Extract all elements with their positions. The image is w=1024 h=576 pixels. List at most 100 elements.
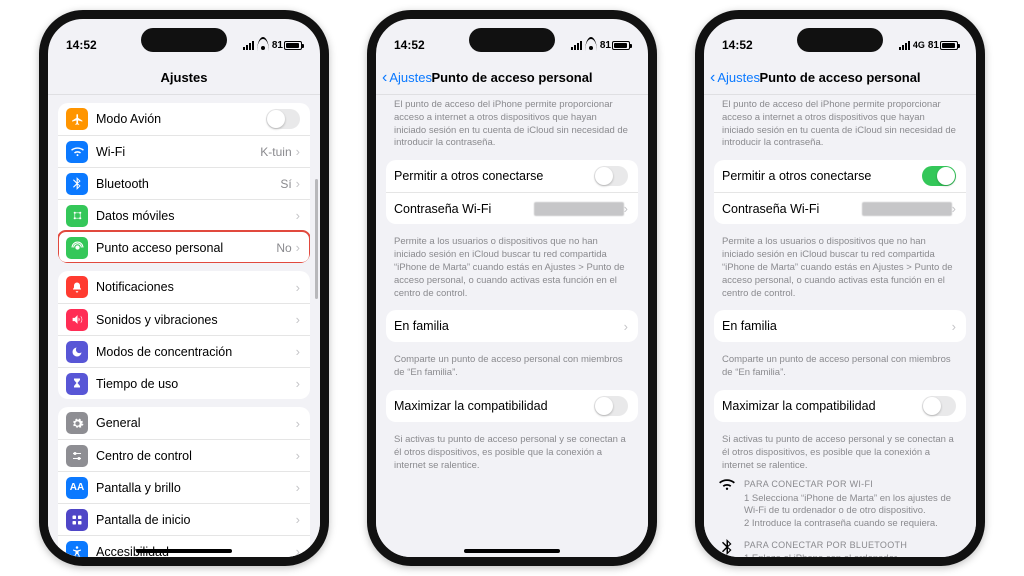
chevron-right-icon: › [296,512,300,527]
row-label: Wi-Fi [96,145,260,159]
page-title: Ajustes [161,70,208,85]
bell-icon [66,276,88,298]
toggle[interactable] [266,109,300,129]
settings-row-home[interactable]: Pantalla de inicio› [58,503,310,535]
scrollbar[interactable] [315,179,318,439]
chevron-right-icon: › [296,176,300,191]
password-masked [534,202,624,216]
chevron-right-icon: › [296,416,300,431]
family-note: Comparte un punto de acceso personal con… [704,350,976,382]
intro-text: El punto de acceso del iPhone permite pr… [704,95,976,152]
clock: 14:52 [722,38,753,52]
settings-row-moon[interactable]: Modos de concentración› [58,335,310,367]
row-label: Datos móviles [96,209,296,223]
settings-row-sound[interactable]: Sonidos y vibraciones› [58,303,310,335]
network-label: 4G [913,40,925,50]
battery-icon: 81 [928,40,958,51]
family-row[interactable]: En familia › [386,310,638,342]
battery-icon: 81 [600,40,630,51]
row-label: Punto acceso personal [96,241,276,255]
page-title: Punto de acceso personal [431,70,592,85]
signal-icon [571,41,582,50]
sound-icon [66,309,88,331]
maximize-note: Si activas tu punto de acceso personal y… [704,430,976,474]
home-indicator[interactable] [464,549,560,553]
cc-icon [66,445,88,467]
maximize-note: Si activas tu punto de acceso personal y… [376,430,648,474]
cell-icon [66,205,88,227]
row-label: Pantalla de inicio [96,513,296,527]
home-indicator[interactable] [136,549,232,553]
phone-hotspot-on: 14:52 4G 81 ‹ Ajustes Punto de acceso pe… [695,10,985,566]
header: Ajustes [48,61,320,95]
back-button[interactable]: ‹ Ajustes [710,70,760,86]
chevron-right-icon: › [296,544,300,557]
settings-row-aa[interactable]: AAPantalla y brillo› [58,471,310,503]
gear-icon [66,412,88,434]
family-note: Comparte un punto de acceso personal con… [376,350,648,382]
settings-row-wifi[interactable]: Wi-FiK-tuin › [58,135,310,167]
allow-others-row[interactable]: Permitir a otros conectarse [714,160,966,192]
row-label: Pantalla y brillo [96,481,296,495]
maximize-toggle[interactable] [594,396,628,416]
settings-row-plane[interactable]: Modo Avión [58,103,310,135]
plane-icon [66,108,88,130]
wifi-icon [585,41,597,50]
allow-others-row[interactable]: Permitir a otros conectarse [386,160,638,192]
intro-text: El punto de acceso del iPhone permite pr… [376,95,648,152]
notch [141,28,227,52]
phone-hotspot-off: 14:52 81 ‹ Ajustes Punto de acceso perso… [367,10,657,566]
hotspot-scroll[interactable]: El punto de acceso del iPhone permite pr… [376,95,648,557]
row-value: Sí [280,177,291,191]
wifi-icon [718,478,736,531]
hotspot-scroll[interactable]: El punto de acceso del iPhone permite pr… [704,95,976,557]
settings-row-cell[interactable]: Datos móviles› [58,199,310,231]
chevron-right-icon: › [296,312,300,327]
row-label: Bluetooth [96,177,280,191]
chevron-right-icon: › [952,201,956,216]
row-label: Modos de concentración [96,345,296,359]
battery-icon: 81 [272,40,302,51]
clock: 14:52 [66,38,97,52]
row-value: No [276,241,291,255]
settings-row-acc[interactable]: Accesibilidad› [58,535,310,557]
header: ‹ Ajustes Punto de acceso personal [704,61,976,95]
settings-row-bell[interactable]: Notificaciones› [58,271,310,303]
settings-row-timer[interactable]: Tiempo de uso› [58,367,310,399]
allow-note: Permite a los usuarios o dispositivos qu… [376,232,648,302]
allow-toggle[interactable] [922,166,956,186]
row-label: Sonidos y vibraciones [96,313,296,327]
back-button[interactable]: ‹ Ajustes [382,70,432,86]
row-label: General [96,416,296,430]
chevron-left-icon: ‹ [710,70,715,86]
chevron-right-icon: › [624,201,628,216]
row-label: Modo Avión [96,112,266,126]
wifi-password-row[interactable]: Contraseña Wi-Fi › [714,192,966,224]
chevron-right-icon: › [296,480,300,495]
wifi-password-row[interactable]: Contraseña Wi-Fi › [386,192,638,224]
acc-icon [66,541,88,558]
family-row[interactable]: En familia › [714,310,966,342]
phone-ajustes: 14:52 81 Ajustes Modo AviónWi-FiK-tuin›B… [39,10,329,566]
maximize-row[interactable]: Maximizar la compatibilidad [386,390,638,422]
maximize-row[interactable]: Maximizar la compatibilidad [714,390,966,422]
settings-row-bt[interactable]: BluetoothSí › [58,167,310,199]
bluetooth-icon [718,539,736,557]
settings-row-cc[interactable]: Centro de control› [58,439,310,471]
maximize-toggle[interactable] [922,396,956,416]
wifi-icon [257,41,269,50]
hot-icon [66,237,88,259]
chevron-left-icon: ‹ [382,70,387,86]
row-label: Tiempo de uso [96,377,296,391]
chevron-right-icon: › [296,208,300,223]
allow-toggle[interactable] [594,166,628,186]
settings-row-gear[interactable]: General› [58,407,310,439]
wifi-icon [66,141,88,163]
chevron-right-icon: › [296,144,300,159]
row-value: K-tuin [260,145,291,159]
settings-scroll[interactable]: Modo AviónWi-FiK-tuin›BluetoothSí›Datos … [48,95,320,557]
page-title: Punto de acceso personal [759,70,920,85]
chevron-right-icon: › [952,319,956,334]
signal-icon [899,41,910,50]
settings-row-hot[interactable]: Punto acceso personalNo› [58,231,310,263]
